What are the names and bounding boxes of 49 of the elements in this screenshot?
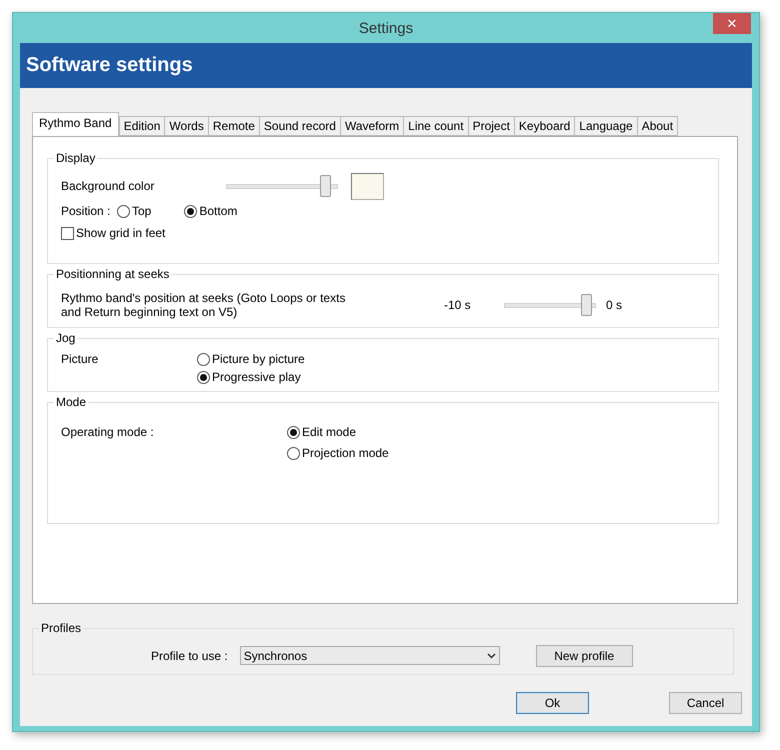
slider-thumb[interactable] [580,294,592,316]
cancel-button[interactable]: Cancel [669,692,742,714]
radio-button[interactable] [197,370,210,384]
radio-button[interactable] [287,446,300,460]
field-label: Position : [61,204,112,218]
field-label: Background color [61,179,156,193]
group-title: Mode [54,395,88,409]
tab[interactable]: Keyboard [514,116,574,136]
tab[interactable]: Waveform [340,116,404,136]
field-label: Profile to use : [151,648,228,662]
slider-thumb[interactable] [320,175,331,197]
checkbox-label[interactable]: Show grid in feet [76,226,166,240]
group-title: Positionning at seeks [54,267,172,281]
radio-button[interactable] [184,204,198,218]
field-label: Picture [61,352,100,366]
group-title: Jog [54,331,78,345]
ok-button[interactable]: Ok [516,692,589,714]
radio-label[interactable]: Picture by picture [212,352,305,366]
radio-button[interactable] [117,204,130,218]
tab[interactable]: Edition [118,116,164,136]
radio-label[interactable]: Top [132,204,152,218]
profile-dropdown[interactable]: Synchronos [240,646,500,665]
close-button[interactable]: ✕ [713,13,751,34]
radio-label[interactable]: Projection mode [302,446,389,460]
tab[interactable]: Words [164,116,208,136]
tab[interactable]: Language [574,116,637,136]
radio-label[interactable]: Edit mode [302,425,356,439]
tab[interactable]: About [636,116,678,136]
tab[interactable]: Sound record [258,116,340,136]
min-label: -10 s [444,298,472,312]
window-title: Settings [358,20,414,36]
group-title: Profiles [39,621,84,635]
header-title: Software settings [26,54,193,77]
max-label: 0 s [606,298,622,312]
checkbox[interactable] [61,226,74,240]
tab[interactable]: Remote [208,116,259,136]
radio-button[interactable] [197,352,210,366]
tab[interactable]: Rythmo Band [32,112,119,136]
color-swatch[interactable] [351,172,384,200]
chevron-icon [486,652,496,658]
group-title: Display [54,151,98,165]
radio-label[interactable]: Progressive play [212,370,301,384]
description-text: Rythmo band's position at seeks (Goto Loops or texts and Return beginning text on V5) [61,291,346,319]
field-label: Operating mode : [61,425,155,439]
tab[interactable]: Project [468,116,514,136]
radio-button[interactable] [287,426,300,438]
radio-label[interactable]: Bottom [199,204,238,218]
tab[interactable]: Line count [403,116,468,136]
new-profile-button[interactable]: New profile [536,644,633,666]
